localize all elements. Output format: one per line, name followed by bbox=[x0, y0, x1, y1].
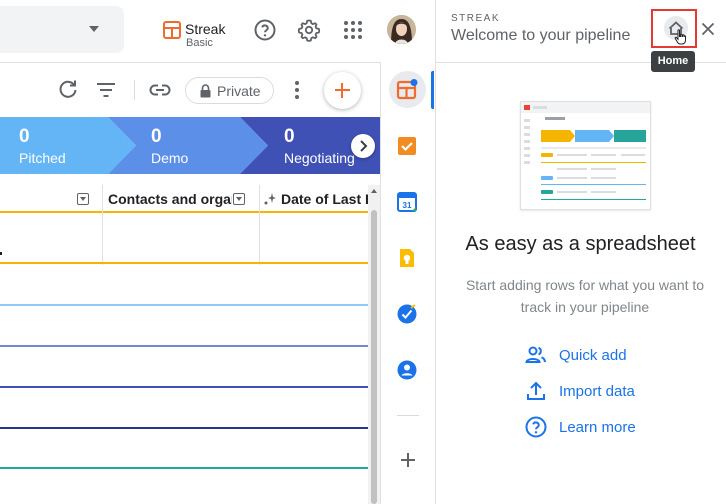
toolbar-separator bbox=[134, 80, 135, 100]
panel-title: Welcome to your pipeline bbox=[451, 27, 631, 44]
stage-count: 0 bbox=[284, 126, 295, 147]
chevron-right-icon bbox=[360, 140, 368, 152]
stage-label: Negotiating bbox=[284, 150, 355, 166]
column-header-date[interactable]: Date of Last E bbox=[281, 191, 368, 207]
learn-more-label: Learn more bbox=[559, 418, 636, 436]
group-divider-line bbox=[0, 427, 368, 429]
toolbar-divider bbox=[0, 62, 380, 63]
tasks-rail-icon[interactable] bbox=[396, 135, 418, 157]
group-divider-line bbox=[0, 467, 368, 469]
close-icon[interactable] bbox=[700, 21, 716, 37]
apps-grid-icon[interactable] bbox=[341, 18, 365, 42]
row-cursor-marker bbox=[0, 252, 2, 255]
search-bar[interactable] bbox=[0, 6, 124, 53]
streak-logo-icon bbox=[163, 21, 181, 39]
keep-icon[interactable] bbox=[396, 247, 418, 269]
panel-kicker: STREAK bbox=[451, 13, 501, 24]
home-tooltip: Home bbox=[651, 51, 695, 72]
stage-count: 0 bbox=[151, 126, 162, 147]
group-divider-line bbox=[0, 386, 368, 388]
privacy-toggle[interactable]: Private bbox=[185, 77, 274, 104]
import-data-label: Import data bbox=[559, 382, 635, 400]
link-icon[interactable] bbox=[148, 78, 172, 102]
lock-icon bbox=[200, 83, 211, 97]
help-icon[interactable] bbox=[253, 18, 277, 42]
upload-icon bbox=[527, 381, 545, 400]
learn-more-link[interactable]: Learn more bbox=[524, 415, 636, 439]
scrollbar-thumb[interactable] bbox=[371, 210, 377, 504]
group-divider-line bbox=[0, 345, 368, 347]
stage-label: Demo bbox=[151, 150, 189, 166]
svg-text:31: 31 bbox=[403, 201, 412, 210]
add-box-button[interactable] bbox=[324, 72, 361, 109]
more-vert-icon[interactable] bbox=[285, 78, 309, 102]
sparkle-icon bbox=[264, 193, 276, 205]
gear-icon[interactable] bbox=[297, 18, 321, 42]
streak-app-name[interactable]: Streak bbox=[185, 21, 225, 37]
pipeline-stages: 0 Pitched 0 Demo 0 Negotiating bbox=[0, 117, 380, 174]
empty-state-description: Start adding rows for what you want to t… bbox=[465, 277, 705, 315]
group-divider-line bbox=[0, 262, 368, 264]
people-icon bbox=[525, 346, 546, 363]
scroll-up-icon[interactable] bbox=[371, 189, 377, 193]
stage-count: 0 bbox=[19, 126, 30, 147]
column-divider bbox=[102, 185, 103, 265]
import-data-link[interactable]: Import data bbox=[524, 379, 635, 403]
streak-rail-icon[interactable] bbox=[396, 79, 418, 101]
filter-icon[interactable] bbox=[94, 78, 118, 102]
privacy-label: Private bbox=[217, 82, 261, 99]
search-options-icon[interactable] bbox=[89, 26, 99, 32]
column-menu-icon[interactable] bbox=[77, 193, 89, 205]
streak-plan-label: Basic bbox=[186, 37, 213, 49]
column-menu-icon[interactable] bbox=[233, 193, 245, 205]
quick-add-label: Quick add bbox=[559, 346, 627, 364]
help-icon bbox=[525, 416, 547, 438]
stage-scroll-right-button[interactable] bbox=[351, 134, 375, 158]
stage-label: Pitched bbox=[19, 150, 66, 166]
rail-active-indicator bbox=[431, 71, 434, 109]
stage-demo[interactable]: 0 Demo bbox=[136, 117, 240, 174]
column-divider bbox=[259, 185, 260, 265]
contacts-icon[interactable] bbox=[396, 359, 418, 381]
empty-state-headline: As easy as a spreadsheet bbox=[465, 233, 696, 255]
rail-separator bbox=[397, 415, 419, 416]
column-header-contacts[interactable]: Contacts and organizatio bbox=[108, 191, 232, 207]
avatar[interactable] bbox=[387, 15, 416, 44]
home-button[interactable] bbox=[651, 9, 697, 48]
calendar-icon[interactable]: 31 bbox=[396, 191, 418, 213]
table-header-row: Contacts and organizatio Date of Last E bbox=[0, 185, 378, 213]
add-addon-icon[interactable] bbox=[401, 453, 415, 467]
refresh-icon[interactable] bbox=[56, 78, 80, 102]
quick-add-link[interactable]: Quick add bbox=[524, 343, 627, 367]
side-panel-rail bbox=[380, 62, 435, 504]
group-divider-line bbox=[0, 304, 368, 306]
stage-pitched[interactable]: 0 Pitched bbox=[0, 117, 108, 174]
hand-cursor-icon bbox=[674, 29, 686, 45]
tasks-check-icon[interactable] bbox=[396, 303, 418, 325]
pipeline-illustration bbox=[520, 101, 651, 210]
